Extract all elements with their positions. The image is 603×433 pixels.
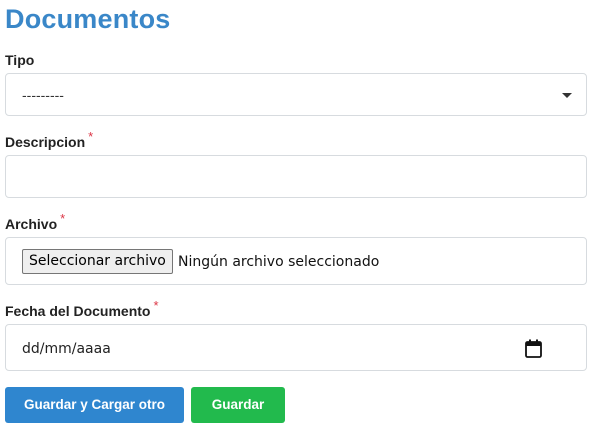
calendar-icon[interactable] (525, 339, 542, 358)
save-and-add-another-button[interactable]: Guardar y Cargar otro (5, 387, 184, 423)
tipo-select-value: --------- (22, 87, 64, 103)
required-marker: * (153, 298, 159, 313)
tipo-label: Tipo (5, 51, 34, 69)
archivo-label: Archivo * (5, 211, 65, 234)
required-marker: * (88, 129, 94, 144)
required-marker: * (60, 211, 66, 226)
fecha-date-input[interactable]: dd/mm/aaaa (5, 324, 587, 371)
page-title: Documentos (5, 4, 171, 34)
archivo-file-input: Seleccionar archivo Ningún archivo selec… (5, 237, 587, 285)
descripcion-label-text: Descripcion (5, 134, 86, 150)
fecha-label: Fecha del Documento * (5, 298, 159, 321)
tipo-select[interactable]: --------- (5, 73, 587, 116)
file-status-text: Ningún archivo seleccionado (178, 254, 380, 270)
chevron-down-icon (562, 93, 572, 98)
fecha-label-text: Fecha del Documento (5, 303, 151, 319)
descripcion-label: Descripcion * (5, 129, 93, 152)
descripcion-input[interactable] (5, 155, 587, 198)
tipo-label-text: Tipo (5, 52, 35, 68)
date-placeholder: dd/mm/aaaa (22, 341, 111, 357)
select-file-button[interactable]: Seleccionar archivo (22, 249, 173, 274)
archivo-label-text: Archivo (5, 216, 58, 232)
save-button[interactable]: Guardar (191, 387, 285, 423)
